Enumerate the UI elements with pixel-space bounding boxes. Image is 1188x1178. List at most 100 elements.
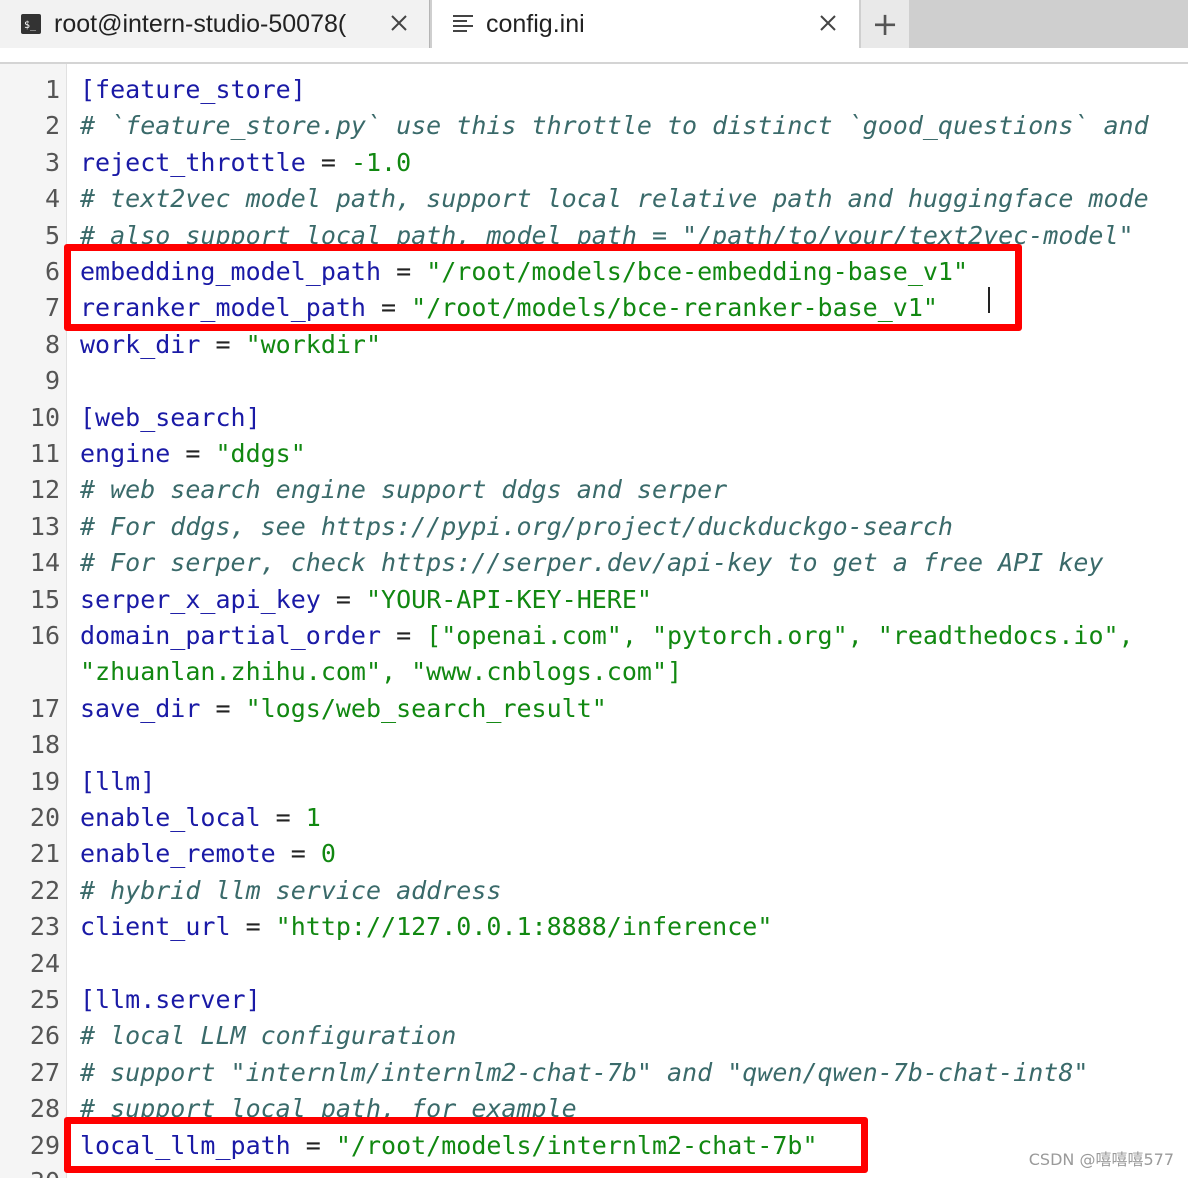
code-token: work_dir [80, 329, 201, 359]
code-token: # hybrid llm service address [80, 875, 502, 905]
terminal-icon: $_ [20, 13, 42, 35]
code-line: 22 # hybrid llm service address [0, 873, 1188, 909]
code-token: # support "internlm/internlm2-chat-7b" a… [80, 1057, 1089, 1087]
editor-ruler [0, 48, 1188, 64]
code-token: [web_search] [80, 402, 261, 432]
tab-config[interactable]: config.ini [432, 0, 859, 48]
line-number: 26 [29, 1021, 60, 1051]
code-token: domain_partial_order [80, 621, 382, 650]
line-number: 11 [29, 439, 60, 468]
add-tab-button[interactable]: + [861, 0, 909, 48]
code-text: [llm] [80, 764, 155, 800]
code-text: # local LLM configuration [80, 1018, 456, 1054]
code-token: = [200, 329, 246, 359]
tab-terminal[interactable]: $_ root@intern-studio-50078( [0, 0, 430, 48]
code-text: # web search engine support ddgs and ser… [80, 472, 727, 508]
highlight-box-llm-path [64, 1117, 868, 1173]
svg-text:$_: $_ [24, 20, 37, 31]
line-number: 7 [44, 293, 60, 323]
line-number: 21 [29, 839, 60, 869]
line-number: 3 [44, 147, 60, 177]
code-text: enable_remote = 0 [80, 836, 336, 872]
code-line: 24 [0, 946, 1188, 982]
code-token: = [275, 839, 321, 869]
line-number: 27 [29, 1057, 60, 1087]
code-line: 16 domain_partial_order = ["openai.com", … [0, 618, 1188, 654]
code-text: # For serper, check https://serper.dev/a… [80, 545, 1104, 581]
code-token: serper_x_api_key [80, 584, 321, 614]
code-text: [feature_store] [80, 72, 306, 108]
code-token: # web search engine support ddgs and ser… [80, 475, 728, 505]
line-number: 9 [44, 366, 60, 396]
code-line: 18 [0, 727, 1188, 763]
line-number: 12 [29, 475, 60, 505]
code-line: 8 work_dir = "workdir" [0, 327, 1188, 363]
code-text: # `feature_store.py` use this throttle t… [80, 108, 1149, 144]
code-text: [llm.server] [80, 982, 261, 1018]
line-number: 24 [29, 948, 60, 978]
code-token: reject_throttle [80, 147, 306, 177]
code-token: = [230, 912, 276, 942]
code-token: # For ddgs, see https://pypi.org/project… [80, 511, 953, 541]
code-token: -1.0 [350, 147, 412, 177]
code-line: 1 [feature_store] [0, 72, 1188, 108]
line-number: 20 [29, 803, 60, 832]
code-line: "zhuanlan.zhihu.com", "www.cnblogs.com"] [0, 654, 1188, 690]
code-token: 0 [320, 839, 336, 869]
code-token: ["openai.com", "pytorch.org", "readthedo… [426, 621, 1134, 650]
code-token: # local LLM configuration [80, 1021, 457, 1051]
code-text: # hybrid llm service address [80, 873, 501, 909]
code-line: 15 serper_x_api_key = "YOUR-API-KEY-HERE" [0, 582, 1188, 618]
code-token: save_dir [80, 693, 201, 723]
code-line: 19 [llm] [0, 764, 1188, 800]
code-text: # text2vec model path, support local rel… [80, 181, 1149, 217]
line-number: 17 [29, 693, 60, 723]
code-token: = [381, 621, 427, 650]
code-text: [web_search] [80, 400, 261, 436]
line-number: 25 [29, 985, 60, 1014]
line-number: 29 [29, 1130, 60, 1160]
code-text: save_dir = "logs/web_search_result" [80, 691, 607, 727]
line-number: 10 [29, 402, 60, 432]
line-number: 5 [44, 220, 60, 250]
code-text: serper_x_api_key = "YOUR-API-KEY-HERE" [80, 582, 652, 618]
code-token: enable_remote [80, 839, 276, 869]
line-number: 19 [29, 766, 60, 796]
code-token: "ddgs" [215, 439, 306, 468]
code-editor[interactable]: 1 [feature_store] 2 # `feature_store.py` us… [0, 64, 1188, 1178]
line-number: 6 [44, 257, 60, 286]
line-number: 2 [44, 111, 60, 141]
line-number: 14 [29, 548, 60, 578]
code-token: [feature_store] [80, 75, 306, 104]
code-token: "logs/web_search_result" [245, 693, 607, 723]
code-line: 21 enable_remote = 0 [0, 836, 1188, 872]
code-text: client_url = "http://127.0.0.1:8888/infe… [80, 909, 772, 945]
code-line: 20 enable_local = 1 [0, 800, 1188, 836]
tab-bar: $_ root@intern-studio-50078( config.ini … [0, 0, 1188, 48]
code-token: [llm] [80, 766, 156, 796]
code-token: = [320, 584, 366, 614]
code-text: enable_local = 1 [80, 800, 321, 836]
code-text: # support "internlm/internlm2-chat-7b" a… [80, 1055, 1088, 1091]
line-number: 15 [29, 584, 60, 614]
code-token: # `feature_store.py` use this throttle t… [80, 111, 1149, 141]
tab-terminal-label: root@intern-studio-50078( [54, 9, 347, 38]
code-token: = [305, 147, 351, 177]
code-token: client_url [80, 912, 231, 942]
line-number: 1 [44, 75, 60, 104]
document-lines-icon [452, 13, 474, 35]
line-number: 16 [29, 621, 60, 650]
code-line: 26 # local LLM configuration [0, 1018, 1188, 1054]
code-token: 1 [305, 803, 321, 832]
code-line: 14 # For serper, check https://serper.dev… [0, 545, 1188, 581]
line-number: 18 [29, 730, 60, 760]
plus-icon: + [871, 5, 899, 43]
code-line: 27 # support "internlm/internlm2-chat-7b"… [0, 1055, 1188, 1091]
line-number: 8 [44, 329, 60, 359]
close-icon[interactable] [385, 9, 413, 37]
code-text: domain_partial_order = ["openai.com", "p… [80, 618, 1134, 654]
code-line: 10 [web_search] [0, 400, 1188, 436]
code-token: engine [80, 439, 171, 468]
tab-config-label: config.ini [486, 9, 585, 38]
close-icon[interactable] [814, 9, 842, 37]
